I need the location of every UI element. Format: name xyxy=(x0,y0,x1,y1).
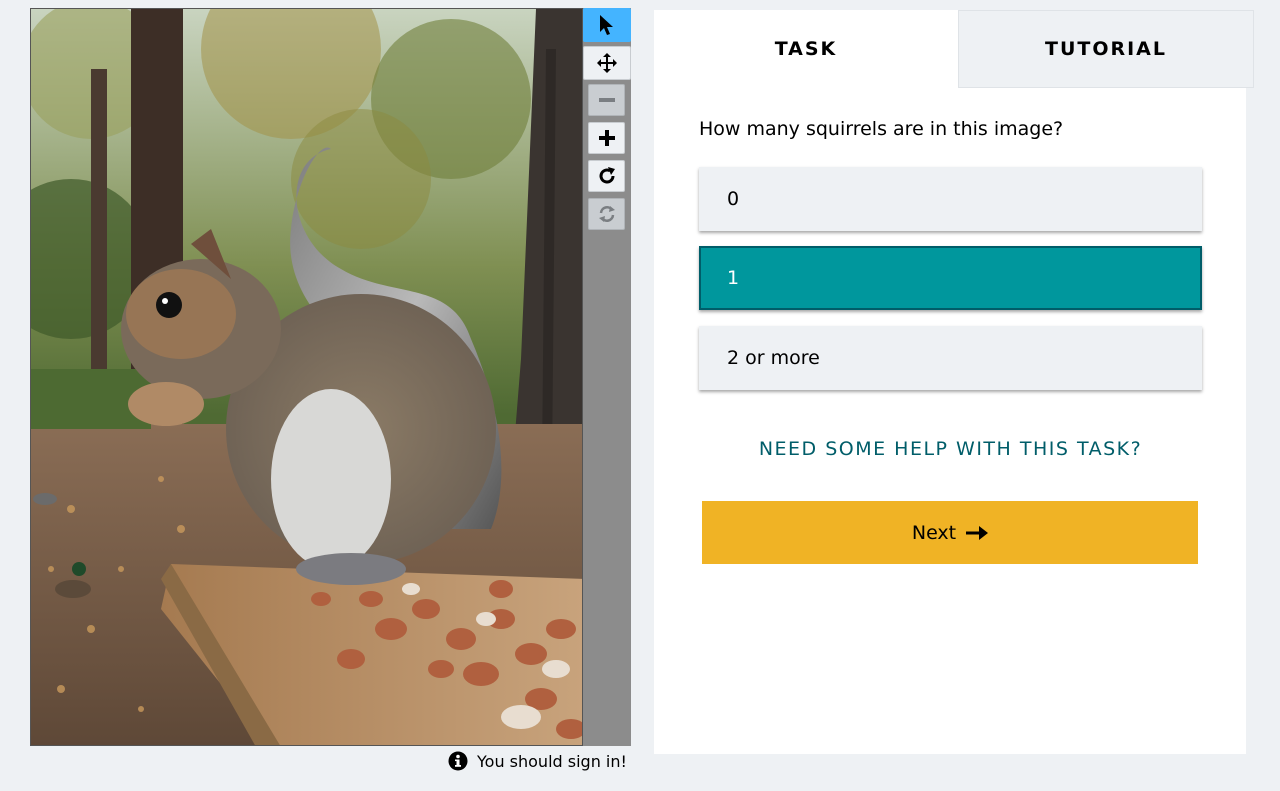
answer-label: 1 xyxy=(727,267,740,289)
zoom-out-button[interactable] xyxy=(588,84,625,116)
next-button[interactable]: Next xyxy=(702,501,1198,564)
reset-icon xyxy=(598,206,615,222)
answer-option-1[interactable]: 1 xyxy=(699,246,1202,310)
answer-option-2[interactable]: 2 or more xyxy=(699,326,1202,390)
answer-label: 0 xyxy=(727,188,740,210)
tab-tutorial[interactable]: TUTORIAL xyxy=(958,10,1254,88)
zoom-out-icon xyxy=(598,98,615,102)
next-button-label: Next xyxy=(911,521,957,544)
signin-notice-text: You should sign in! xyxy=(477,751,627,771)
arrow-right-icon xyxy=(966,525,989,540)
pointer-tool-button[interactable] xyxy=(583,8,631,42)
zoom-in-icon xyxy=(598,130,615,146)
answer-label: 2 or more xyxy=(727,347,820,369)
tab-task[interactable]: TASK xyxy=(654,10,958,88)
help-link[interactable]: NEED SOME HELP WITH THIS TASK? xyxy=(699,438,1202,460)
tab-bar: TASK TUTORIAL xyxy=(654,10,1254,88)
task-panel: TASK TUTORIAL How many squirrels are in … xyxy=(654,10,1254,754)
task-question: How many squirrels are in this image? xyxy=(699,118,1064,140)
reset-view-button[interactable] xyxy=(588,198,625,230)
answer-option-0[interactable]: 0 xyxy=(699,167,1202,231)
zoom-in-button[interactable] xyxy=(588,122,625,154)
subject-viewer xyxy=(30,8,632,746)
move-tool-button[interactable] xyxy=(583,46,631,80)
viewer-toolbar xyxy=(583,8,631,746)
subject-image[interactable] xyxy=(30,8,583,746)
signin-notice: You should sign in! xyxy=(448,751,627,771)
squirrel-photo xyxy=(31,9,582,745)
rotate-button[interactable] xyxy=(588,160,625,192)
pointer-icon xyxy=(600,15,613,35)
info-icon xyxy=(448,751,468,771)
rotate-icon xyxy=(599,167,615,184)
move-icon xyxy=(597,53,617,73)
